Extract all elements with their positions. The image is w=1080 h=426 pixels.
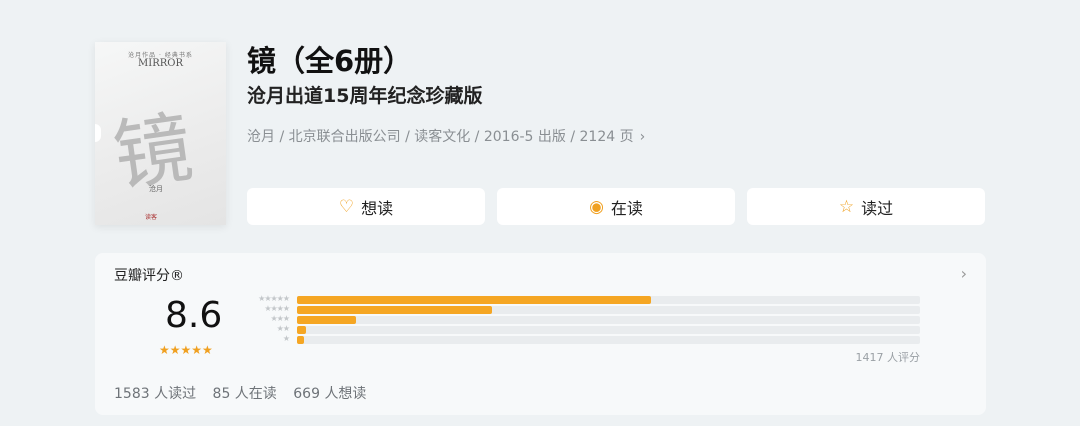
want-count: 669 人想读 (293, 386, 367, 402)
want-to-read-label: 想读 (361, 198, 394, 218)
row-stars: ★★★★★ (258, 294, 290, 303)
rating-bar-fill (297, 326, 307, 334)
book-meta[interactable]: 沧月 / 北京联合出版公司 / 读客文化 / 2016-5 出版 / 2124 … (247, 126, 645, 146)
cover-publisher: 读客 (145, 214, 158, 221)
rating-score: 8.6 (165, 295, 223, 336)
rating-bar-fill (297, 296, 651, 304)
rating-row: ★★ (245, 324, 921, 335)
rating-row: ★★★★★ (245, 294, 921, 305)
row-stars: ★★★★ (264, 304, 290, 313)
reading-button[interactable]: ◉ 在读 (497, 188, 735, 225)
rating-stars: ★★★★★ (159, 343, 213, 357)
cover-notch (95, 124, 101, 142)
rating-row: ★★★★ (245, 304, 921, 315)
book-cover[interactable]: 沧月作品 · 经典书系 MIRROR 镜 沧月 读客 (95, 42, 226, 225)
want-to-read-button[interactable]: ♡ 想读 (247, 188, 485, 225)
row-stars: ★ (282, 334, 290, 343)
have-read-button[interactable]: ☆ 读过 (747, 188, 985, 225)
heart-plus-icon: ♡ (338, 196, 355, 217)
rating-bar-track (297, 296, 920, 304)
chevron-right-icon[interactable]: › (961, 264, 967, 283)
rating-bar-track (297, 316, 920, 324)
reading-circle-icon: ◉ (589, 196, 604, 217)
rating-row: ★★★ (245, 314, 921, 325)
reading-label: 在读 (610, 198, 643, 218)
book-title: 镜（全6册） (247, 44, 413, 78)
rating-bar-track (297, 336, 920, 344)
rating-distribution: ★★★★★ ★★★★ ★★★ ★★ ★ (245, 294, 921, 345)
rating-card[interactable]: 豆瓣评分® › 8.6 ★★★★★ ★★★★★ ★★★★ ★★★ ★★ ★ 14… (95, 253, 986, 415)
star-outline-icon: ☆ (838, 196, 855, 217)
rating-bar-fill (297, 316, 356, 324)
chevron-right-icon: › (639, 129, 646, 145)
book-subtitle: 沧月出道15周年纪念珍藏版 (247, 85, 483, 107)
rating-bar-track (297, 306, 920, 314)
rating-count: 1417 人评分 (855, 351, 921, 364)
rating-label: 豆瓣评分® (114, 268, 184, 284)
row-stars: ★★ (276, 324, 290, 333)
rating-bar-track (297, 326, 920, 334)
have-read-label: 读过 (861, 198, 894, 218)
reading-stats: 1583 人读过 85 人在读 669 人想读 (114, 383, 378, 403)
reading-count: 85 人在读 (212, 386, 277, 402)
book-meta-text: 沧月 / 北京联合出版公司 / 读客文化 / 2016-5 出版 / 2124 … (247, 129, 634, 145)
rating-bar-fill (297, 306, 492, 314)
read-count: 1583 人读过 (114, 386, 197, 402)
row-stars: ★★★ (270, 314, 290, 323)
rating-bar-fill (297, 336, 305, 344)
rating-row: ★ (245, 334, 921, 345)
cover-author: 沧月 (149, 185, 163, 193)
cover-logo: MIRROR (138, 58, 183, 69)
